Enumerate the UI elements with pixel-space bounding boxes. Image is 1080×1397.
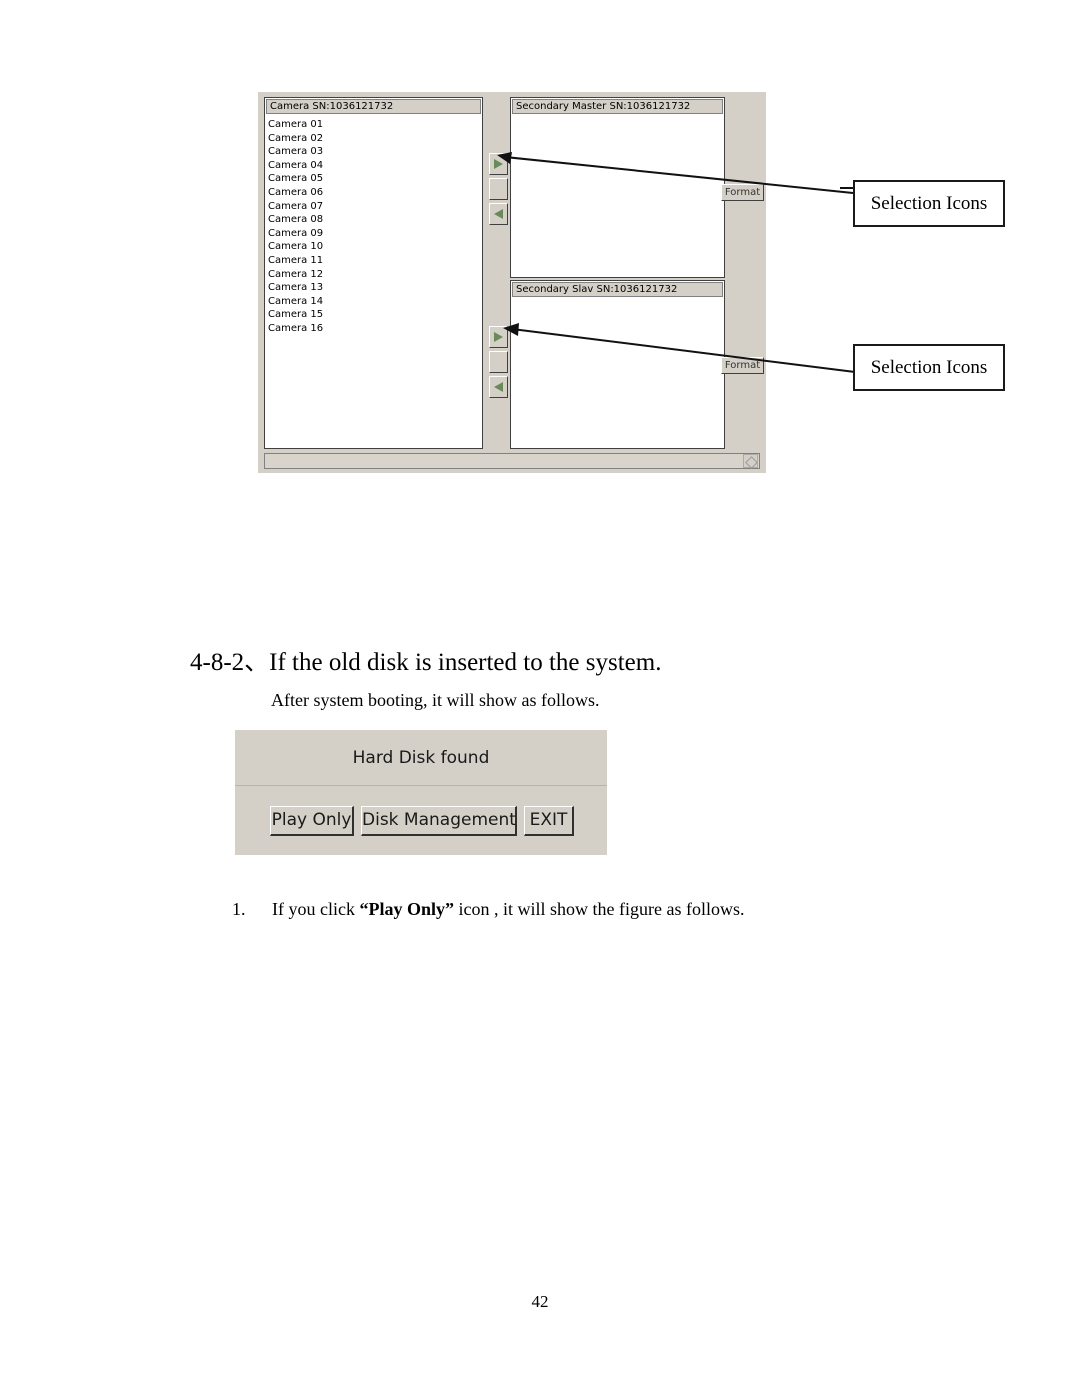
list-text-after: icon , it will show the figure as follow… (453, 899, 745, 919)
list-item[interactable]: Camera 04 (268, 159, 468, 173)
camera-list-header: Camera SN:1036121732 (266, 99, 481, 114)
list-item[interactable]: Camera 05 (268, 172, 468, 186)
add-to-slave-button[interactable] (489, 326, 508, 348)
list-item[interactable]: Camera 08 (268, 213, 468, 227)
format-master-button[interactable]: Format (721, 184, 764, 201)
list-item[interactable]: Camera 12 (268, 268, 468, 282)
play-only-button[interactable]: Play Only (270, 806, 354, 836)
list-item[interactable]: Camera 14 (268, 295, 468, 309)
list-item[interactable]: Camera 15 (268, 308, 468, 322)
remove-from-master-button[interactable] (489, 203, 508, 225)
selection-icons-column (487, 97, 510, 449)
disk-management-button[interactable]: Disk Management (361, 806, 517, 836)
add-to-master-button[interactable] (489, 153, 508, 175)
callout-label: Selection Icons (870, 192, 988, 214)
camera-list-panel: Camera SN:1036121732 Camera 01 Camera 02… (264, 97, 483, 449)
secondary-slave-header: Secondary Slav SN:1036121732 (512, 282, 723, 297)
hard-disk-found-dialog-screenshot: Hard Disk found Play Only Disk Managemen… (235, 730, 607, 855)
remove-from-slave-button[interactable] (489, 376, 508, 398)
format-button-strip: Format Format (721, 97, 764, 449)
callout-selection-icons-upper: Selection Icons (853, 180, 1005, 227)
numbered-list-item: 1. If you click “Play Only” icon , it wil… (232, 899, 744, 920)
list-text-before: If you click (272, 899, 360, 919)
list-item[interactable]: Camera 16 (268, 322, 468, 336)
resize-grip-icon[interactable] (743, 454, 758, 469)
right-triangle-icon (494, 332, 503, 342)
right-triangle-icon (494, 159, 503, 169)
grip-diamond (745, 456, 758, 469)
left-triangle-icon (494, 209, 503, 219)
list-item[interactable]: Camera 11 (268, 254, 468, 268)
status-bar (264, 453, 760, 469)
secondary-slave-panel: Secondary Slav SN:1036121732 (510, 280, 725, 449)
list-item[interactable]: Camera 10 (268, 240, 468, 254)
secondary-master-header: Secondary Master SN:1036121732 (512, 99, 723, 114)
list-item[interactable]: Camera 02 (268, 132, 468, 146)
list-text-bold: “Play Only” (359, 899, 454, 919)
blank-button-master[interactable] (489, 178, 508, 200)
callout-selection-icons-lower: Selection Icons (853, 344, 1005, 391)
list-item[interactable]: Camera 03 (268, 145, 468, 159)
disk-management-dialog-screenshot: Camera SN:1036121732 Camera 01 Camera 02… (258, 92, 766, 473)
callout-label: Selection Icons (870, 356, 988, 378)
format-slave-button[interactable]: Format (721, 357, 764, 374)
list-item[interactable]: Camera 07 (268, 200, 468, 214)
blank-button-slave[interactable] (489, 351, 508, 373)
list-item[interactable]: Camera 06 (268, 186, 468, 200)
left-triangle-icon (494, 382, 503, 392)
list-item[interactable]: Camera 09 (268, 227, 468, 241)
exit-button[interactable]: EXIT (524, 806, 574, 836)
page-number: 42 (531, 1292, 549, 1311)
section-heading: 4-8-2、If the old disk is inserted to the… (190, 649, 662, 676)
camera-list[interactable]: Camera 01 Camera 02 Camera 03 Camera 04 … (268, 118, 468, 336)
list-item[interactable]: Camera 01 (268, 118, 468, 132)
section-subtext: After system booting, it will show as fo… (271, 690, 600, 710)
list-number: 1. (232, 899, 246, 919)
hard-disk-found-title: Hard Disk found (235, 730, 607, 786)
secondary-master-panel: Secondary Master SN:1036121732 (510, 97, 725, 278)
list-item[interactable]: Camera 13 (268, 281, 468, 295)
